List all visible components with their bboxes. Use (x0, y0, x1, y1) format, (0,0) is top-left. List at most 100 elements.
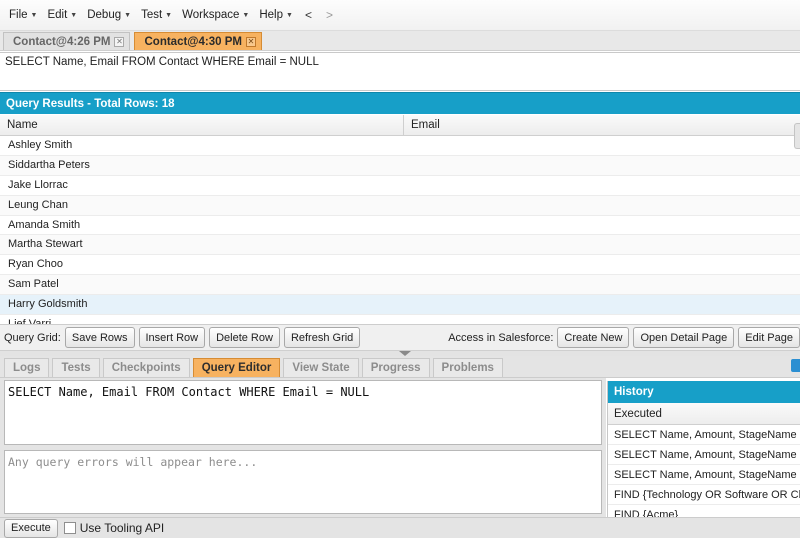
file-tab-label: Contact@4:26 PM (13, 35, 111, 48)
table-row[interactable]: Lief Varri (0, 315, 800, 324)
use-tooling-api-checkbox[interactable] (63, 522, 76, 534)
query-editor-input[interactable]: SELECT Name, Email FROM Contact WHERE Em… (4, 380, 602, 445)
query-footer-bar: Execute Use Tooling API (0, 517, 800, 538)
caret-down-icon: ▼ (242, 11, 250, 19)
menu-workspace[interactable]: Workspace ▼ (177, 0, 254, 31)
query-results-title: Query Results - Total Rows: 18 (6, 98, 175, 110)
table-row[interactable]: Leung Chan (0, 195, 800, 216)
caret-down-icon: ▼ (286, 11, 293, 19)
query-errors-field: Any query errors will appear here... (4, 450, 602, 514)
cell-name[interactable]: Lief Varri (0, 315, 404, 324)
file-tab-active[interactable]: Contact@4:30 PM ✕ (134, 32, 262, 50)
access-in-salesforce-label: Access in Salesforce: (448, 331, 554, 344)
menu-bar: File ▼ Edit ▼ Debug ▼ Test ▼ Workspace ▼ Help… (0, 0, 800, 31)
menu-help[interactable]: Help ▼ (254, 0, 298, 31)
tab-logs[interactable]: Logs (4, 358, 50, 377)
cell-email[interactable] (404, 156, 800, 175)
menu-debug[interactable]: Debug ▼ (82, 0, 136, 31)
cell-name[interactable]: Martha Stewart (0, 235, 404, 254)
menu-debug-label: Debug (87, 8, 122, 21)
file-tab-bar: Contact@4:26 PM ✕ Contact@4:30 PM ✕ (0, 31, 800, 51)
column-header-email[interactable]: Email (404, 115, 800, 135)
menu-edit-label: Edit (47, 8, 68, 21)
forward-button[interactable]: > (319, 8, 340, 22)
cell-name[interactable]: Jake Llorrac (0, 176, 404, 195)
query-editor-panel: SELECT Name, Email FROM Contact WHERE Em… (0, 378, 606, 517)
menu-test-label: Test (141, 8, 163, 21)
cell-email[interactable] (404, 136, 800, 155)
history-item[interactable]: SELECT Name, Amount, StageName F... (608, 445, 800, 465)
tab-tests[interactable]: Tests (52, 358, 100, 377)
cell-email[interactable] (404, 255, 800, 274)
grid-action-toolbar: Query Grid: Save Rows Insert Row Delete … (0, 324, 800, 350)
tab-view-state[interactable]: View State (283, 358, 359, 377)
caret-down-icon: ▼ (70, 11, 78, 19)
cell-name[interactable]: Sam Patel (0, 275, 404, 294)
table-row[interactable]: Ryan Choo (0, 255, 800, 276)
history-item[interactable]: FIND {Acme} (608, 505, 800, 517)
menu-workspace-label: Workspace (182, 8, 240, 21)
insert-row-button[interactable]: Insert Row (138, 327, 206, 348)
history-item[interactable]: SELECT Name, Amount, StageName F... (608, 425, 800, 445)
close-icon[interactable]: ✕ (114, 36, 125, 47)
open-detail-page-button[interactable]: Open Detail Page (633, 327, 735, 348)
cell-email[interactable] (404, 176, 800, 195)
grid-header: Name Email (0, 115, 800, 136)
refresh-grid-button[interactable]: Refresh Grid (283, 327, 361, 348)
cell-email[interactable] (404, 275, 800, 294)
query-grid-label: Query Grid: (4, 331, 61, 344)
cell-email[interactable] (404, 216, 800, 235)
bottom-panel-tabs: Logs Tests Checkpoints Query Editor View… (0, 356, 800, 378)
menu-edit[interactable]: Edit ▼ (42, 0, 82, 31)
cell-name[interactable]: Ryan Choo (0, 255, 404, 274)
menu-file-label: File (9, 8, 28, 21)
vertical-scrollbar-handle[interactable] (794, 123, 800, 149)
maximize-panel-icon[interactable] (791, 359, 800, 372)
table-row[interactable]: Jake Llorrac (0, 176, 800, 196)
menu-file[interactable]: File ▼ (4, 0, 42, 31)
cell-email[interactable] (404, 315, 800, 324)
table-row-selected[interactable]: Harry Goldsmith (0, 295, 800, 316)
cell-email[interactable] (404, 235, 800, 254)
cell-name[interactable]: Ashley Smith (0, 136, 404, 155)
cell-name[interactable]: Amanda Smith (0, 216, 404, 235)
table-row[interactable]: Martha Stewart (0, 235, 800, 256)
close-icon[interactable]: ✕ (245, 36, 256, 47)
table-row[interactable]: Amanda Smith (0, 216, 800, 236)
delete-row-button[interactable]: Delete Row (209, 327, 280, 348)
caret-down-icon: ▼ (124, 11, 132, 19)
history-item[interactable]: SELECT Name, Amount, StageName F... (608, 465, 800, 485)
create-new-button[interactable]: Create New (557, 327, 630, 348)
history-panel: History Executed SELECT Name, Amount, St… (607, 381, 800, 517)
save-rows-button[interactable]: Save Rows (64, 327, 135, 348)
cell-email[interactable] (404, 196, 800, 215)
table-row[interactable]: Sam Patel (0, 275, 800, 296)
history-column-executed[interactable]: Executed (608, 403, 800, 425)
menu-help-label: Help (259, 8, 283, 21)
history-item[interactable]: FIND {Technology OR Software OR Cl... (608, 485, 800, 505)
table-row[interactable]: Ashley Smith (0, 136, 800, 156)
edit-page-button[interactable]: Edit Page (738, 327, 800, 348)
tab-problems[interactable]: Problems (432, 358, 503, 377)
use-tooling-api-label: Use Tooling API (79, 521, 165, 535)
file-tab[interactable]: Contact@4:26 PM ✕ (3, 32, 131, 50)
file-tab-label: Contact@4:30 PM (144, 35, 242, 48)
caret-down-icon: ▼ (165, 11, 173, 19)
cell-email[interactable] (404, 295, 800, 314)
cell-name[interactable]: Harry Goldsmith (0, 295, 404, 314)
query-results-header: Query Results - Total Rows: 18 (0, 92, 800, 114)
tab-query-editor[interactable]: Query Editor (192, 358, 281, 377)
cell-name[interactable]: Leung Chan (0, 196, 404, 215)
column-header-name[interactable]: Name (0, 115, 404, 135)
tab-checkpoints[interactable]: Checkpoints (102, 358, 190, 377)
table-row[interactable]: Siddartha Peters (0, 155, 800, 176)
history-title: History (608, 381, 800, 403)
caret-down-icon: ▼ (30, 11, 38, 19)
results-grid: Name Email Ashley Smith Siddartha Peters… (0, 115, 800, 324)
execute-button[interactable]: Execute (4, 518, 58, 538)
query-text-field[interactable]: SELECT Name, Email FROM Contact WHERE Em… (0, 52, 800, 91)
cell-name[interactable]: Siddartha Peters (0, 156, 404, 175)
back-button[interactable]: < (298, 8, 319, 22)
menu-test[interactable]: Test ▼ (136, 0, 177, 31)
tab-progress[interactable]: Progress (361, 358, 430, 377)
